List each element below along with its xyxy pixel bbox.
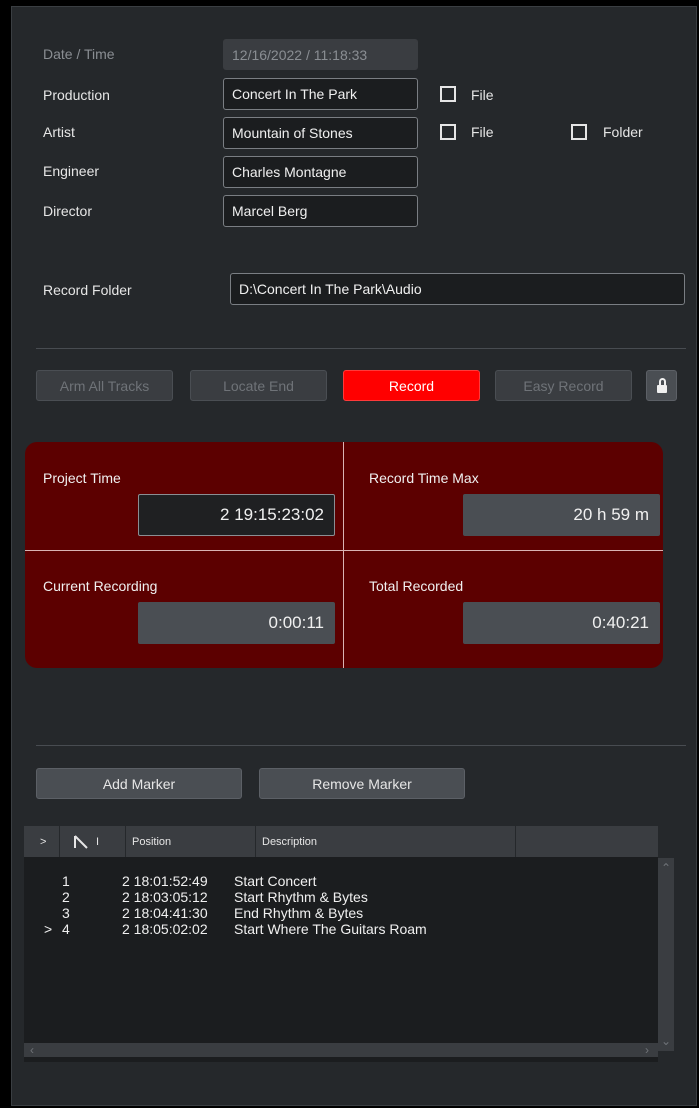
record-folder-label: Record Folder xyxy=(43,282,132,298)
marker-position: 2 18:03:05:12 xyxy=(122,889,208,905)
production-label: Production xyxy=(43,87,110,103)
director-label: Director xyxy=(43,203,93,219)
artist-folder-label: Folder xyxy=(603,124,643,140)
marker-row[interactable]: 3 2 18:04:41:30 End Rhythm & Bytes xyxy=(24,905,658,922)
total-recorded-label: Total Recorded xyxy=(369,578,464,594)
time-panel-horizontal-divider xyxy=(25,550,663,551)
marker-description: Start Rhythm & Bytes xyxy=(234,889,368,905)
marker-row[interactable]: 1 2 18:01:52:49 Start Concert xyxy=(24,873,658,890)
locate-end-button[interactable]: Locate End xyxy=(190,370,327,401)
marker-list-vertical-scrollbar[interactable]: ⌃ ⌄ xyxy=(658,858,674,1051)
current-recording-value: 0:00:11 xyxy=(138,602,335,644)
marker-index: 3 xyxy=(62,905,70,921)
marker-description: Start Where The Guitars Roam xyxy=(234,921,427,937)
column-header-position[interactable]: Position xyxy=(126,826,256,857)
marker-cursor: > xyxy=(44,921,53,937)
record-time-max-label: Record Time Max xyxy=(369,470,479,486)
record-time-max-value: 20 h 59 m xyxy=(463,494,660,536)
engineer-label: Engineer xyxy=(43,163,100,179)
marker-icon xyxy=(74,834,88,849)
column-header-cursor[interactable]: > xyxy=(24,826,60,857)
marker-position: 2 18:05:02:02 xyxy=(122,921,208,937)
column-header-description[interactable]: Description xyxy=(256,826,516,857)
divider-bottom xyxy=(36,745,686,746)
scroll-right-icon[interactable]: › xyxy=(645,1044,649,1056)
engineer-field[interactable]: Charles Montagne xyxy=(223,156,418,188)
column-header-index[interactable]: I xyxy=(60,826,126,857)
record-folder-field[interactable]: D:\Concert In The Park\Audio xyxy=(230,273,685,305)
arm-all-tracks-button[interactable]: Arm All Tracks xyxy=(36,370,173,401)
artist-field[interactable]: Mountain of Stones xyxy=(223,117,418,149)
datetime-label: Date / Time xyxy=(43,46,115,62)
marker-index: 2 xyxy=(62,889,70,905)
datetime-field: 12/16/2022 / 11:18:33 xyxy=(223,39,418,70)
marker-description: Start Concert xyxy=(234,873,317,889)
marker-position: 2 18:01:52:49 xyxy=(122,873,208,889)
production-file-checkbox[interactable] xyxy=(440,86,456,102)
marker-row[interactable]: 2 2 18:03:05:12 Start Rhythm & Bytes xyxy=(24,889,658,906)
marker-list-horizontal-scrollbar[interactable]: ‹ › xyxy=(24,1043,658,1057)
marker-index: 1 xyxy=(62,873,70,889)
record-button[interactable]: Record xyxy=(343,370,480,401)
remove-marker-button[interactable]: Remove Marker xyxy=(259,768,465,799)
marker-list-header: > I Position Description xyxy=(24,826,658,857)
marker-index: 4 xyxy=(62,921,70,937)
total-recorded-value: 0:40:21 xyxy=(463,602,660,644)
marker-list[interactable]: > I Position Description 1 2 18:01:52:49… xyxy=(24,826,658,1062)
divider-top xyxy=(36,348,686,349)
column-header-index-label: I xyxy=(96,835,100,848)
time-display-panel: Project Time 2 19:15:23:02 Record Time M… xyxy=(25,442,663,668)
project-time-label: Project Time xyxy=(43,470,121,486)
time-panel-vertical-divider xyxy=(343,442,344,668)
scroll-up-icon[interactable]: ⌃ xyxy=(661,862,671,874)
artist-folder-checkbox[interactable] xyxy=(571,124,587,140)
production-file-label: File xyxy=(471,87,494,103)
scroll-left-icon[interactable]: ‹ xyxy=(30,1044,34,1056)
director-field[interactable]: Marcel Berg xyxy=(223,195,418,227)
artist-file-label: File xyxy=(471,124,494,140)
add-marker-button[interactable]: Add Marker xyxy=(36,768,242,799)
artist-file-checkbox[interactable] xyxy=(440,124,456,140)
marker-description: End Rhythm & Bytes xyxy=(234,905,364,921)
project-time-value: 2 19:15:23:02 xyxy=(138,494,335,536)
current-recording-label: Current Recording xyxy=(43,578,158,594)
marker-row[interactable]: > 4 2 18:05:02:02 Start Where The Guitar… xyxy=(24,921,658,938)
scroll-down-icon[interactable]: ⌄ xyxy=(661,1035,671,1047)
artist-label: Artist xyxy=(43,124,75,140)
column-header-empty xyxy=(516,826,658,857)
production-field[interactable]: Concert In The Park xyxy=(223,78,418,110)
marker-position: 2 18:04:41:30 xyxy=(122,905,208,921)
easy-record-button[interactable]: Easy Record xyxy=(495,370,632,401)
lock-button[interactable] xyxy=(646,370,677,401)
